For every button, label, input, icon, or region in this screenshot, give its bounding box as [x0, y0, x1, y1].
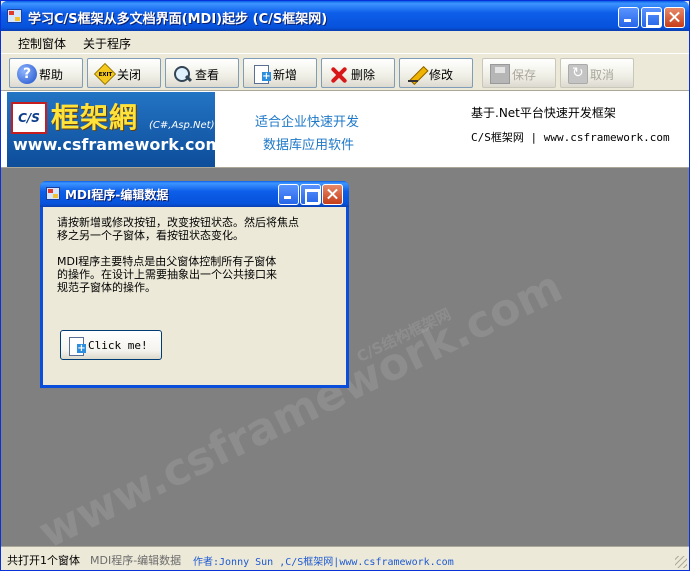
- logo-url: www.csframework.com: [13, 135, 223, 154]
- view-button[interactable]: 查看: [165, 58, 239, 88]
- maximize-button[interactable]: [641, 7, 662, 28]
- child-maximize-button[interactable]: [300, 184, 321, 205]
- new-document-icon: [66, 336, 86, 356]
- minimize-button[interactable]: [618, 7, 639, 28]
- cancel-button-label: 取消: [590, 68, 615, 82]
- search-icon: [173, 64, 193, 84]
- logo-subtitle: (C#,Asp.Net): [149, 120, 215, 131]
- edit-button[interactable]: 修改: [399, 58, 473, 88]
- help-button-label: 帮助: [39, 68, 64, 82]
- instruction-line: 规范子窗体的操作。: [57, 281, 156, 294]
- logo-title: 框架網: [51, 101, 139, 134]
- child-close-button[interactable]: [322, 184, 343, 205]
- save-button[interactable]: 保存: [482, 58, 556, 88]
- delete-button[interactable]: 删除: [321, 58, 395, 88]
- menu-about[interactable]: 关于程序: [83, 35, 131, 52]
- minimize-icon: [619, 8, 638, 27]
- instruction-line: 的操作。在设计上需要抽象出一个公共接口来: [57, 268, 277, 281]
- instruction-text: 请按新增或修改按钮，改变按钮状态。然后将焦点 移之另一个子窗体，看按钮状态变化。…: [57, 216, 299, 294]
- child-app-icon[interactable]: [46, 187, 60, 200]
- instruction-line: 移之另一个子窗体，看按钮状态变化。: [57, 229, 244, 242]
- pencil-icon: [407, 64, 427, 84]
- open-forms-count: 共打开1个窗体: [7, 554, 80, 567]
- csframework-logo: C/S 框架網 (C#,Asp.Net) www.csframework.com: [7, 92, 222, 167]
- help-icon: ?: [17, 64, 37, 84]
- resize-grip[interactable]: [675, 556, 687, 568]
- exit-sign-icon: [93, 62, 117, 86]
- logo-cs-badge: C/S: [11, 102, 47, 134]
- site-link[interactable]: C/S框架网 | www.csframework.com: [471, 129, 670, 145]
- close-form-button-label: 关闭: [117, 68, 142, 82]
- child-window-title: MDI程序-编辑数据: [65, 188, 169, 202]
- click-me-button[interactable]: Click me!: [60, 330, 162, 360]
- slogan-line-1: 适合企业快速开发: [255, 115, 360, 130]
- view-button-label: 查看: [195, 68, 220, 82]
- slogan-line-2: 数据库应用软件: [263, 138, 355, 153]
- maximize-icon: [301, 185, 320, 204]
- new-document-icon: [251, 64, 271, 84]
- toolbar: ? 帮助 关闭 查看 新增 删除 修改 保存 取消: [1, 53, 689, 91]
- maximize-icon: [642, 8, 661, 27]
- banner: C/S 框架網 (C#,Asp.Net) www.csframework.com…: [1, 91, 689, 168]
- cancel-button[interactable]: 取消: [560, 58, 634, 88]
- close-icon: [665, 8, 684, 27]
- add-button-label: 新增: [273, 68, 298, 82]
- framework-description: 基于.Net平台快速开发框架: [471, 106, 616, 120]
- save-disk-icon: [490, 64, 510, 84]
- author-info: 作者:Jonny Sun ,C/S框架网|www.csframework.com: [193, 557, 454, 568]
- app-icon[interactable]: [7, 9, 22, 23]
- click-me-label: Click me!: [88, 339, 148, 352]
- menu-bar: 控制窗体 关于程序: [1, 31, 689, 52]
- window-title: 学习C/S框架从多文档界面(MDI)起步 (C/S框架网): [28, 12, 328, 27]
- instruction-line: 请按新增或修改按钮，改变按钮状态。然后将焦点: [57, 216, 299, 229]
- close-icon: [323, 185, 342, 204]
- close-form-button[interactable]: 关闭: [87, 58, 161, 88]
- close-button[interactable]: [664, 7, 685, 28]
- delete-button-label: 删除: [351, 68, 376, 82]
- delete-x-icon: [329, 64, 349, 84]
- child-title-bar[interactable]: MDI程序-编辑数据: [40, 181, 349, 207]
- minimize-icon: [279, 185, 298, 204]
- help-button[interactable]: ? 帮助: [9, 58, 83, 88]
- instruction-spacer: [57, 242, 299, 255]
- edit-button-label: 修改: [429, 68, 454, 82]
- active-form-name: MDI程序-编辑数据: [90, 554, 182, 567]
- menu-control-forms[interactable]: 控制窗体: [18, 35, 66, 52]
- undo-icon: [568, 64, 588, 84]
- mdi-client-area: www.csframework.com C/S结构框架网 MDI程序-编辑数据 …: [1, 168, 689, 546]
- save-button-label: 保存: [512, 68, 537, 82]
- add-button[interactable]: 新增: [243, 58, 317, 88]
- child-window-edit-data: MDI程序-编辑数据 请按新增或修改按钮，改变按钮状态。然后将焦点 移之另一个子…: [40, 181, 349, 388]
- status-bar: 共打开1个窗体 MDI程序-编辑数据 作者:Jonny Sun ,C/S框架网|…: [1, 546, 689, 570]
- child-minimize-button[interactable]: [278, 184, 299, 205]
- instruction-line: MDI程序主要特点是由父窗体控制所有子窗体: [57, 255, 277, 268]
- title-bar[interactable]: 学习C/S框架从多文档界面(MDI)起步 (C/S框架网): [1, 1, 689, 31]
- main-window: 学习C/S框架从多文档界面(MDI)起步 (C/S框架网) 控制窗体 关于程序 …: [0, 0, 690, 571]
